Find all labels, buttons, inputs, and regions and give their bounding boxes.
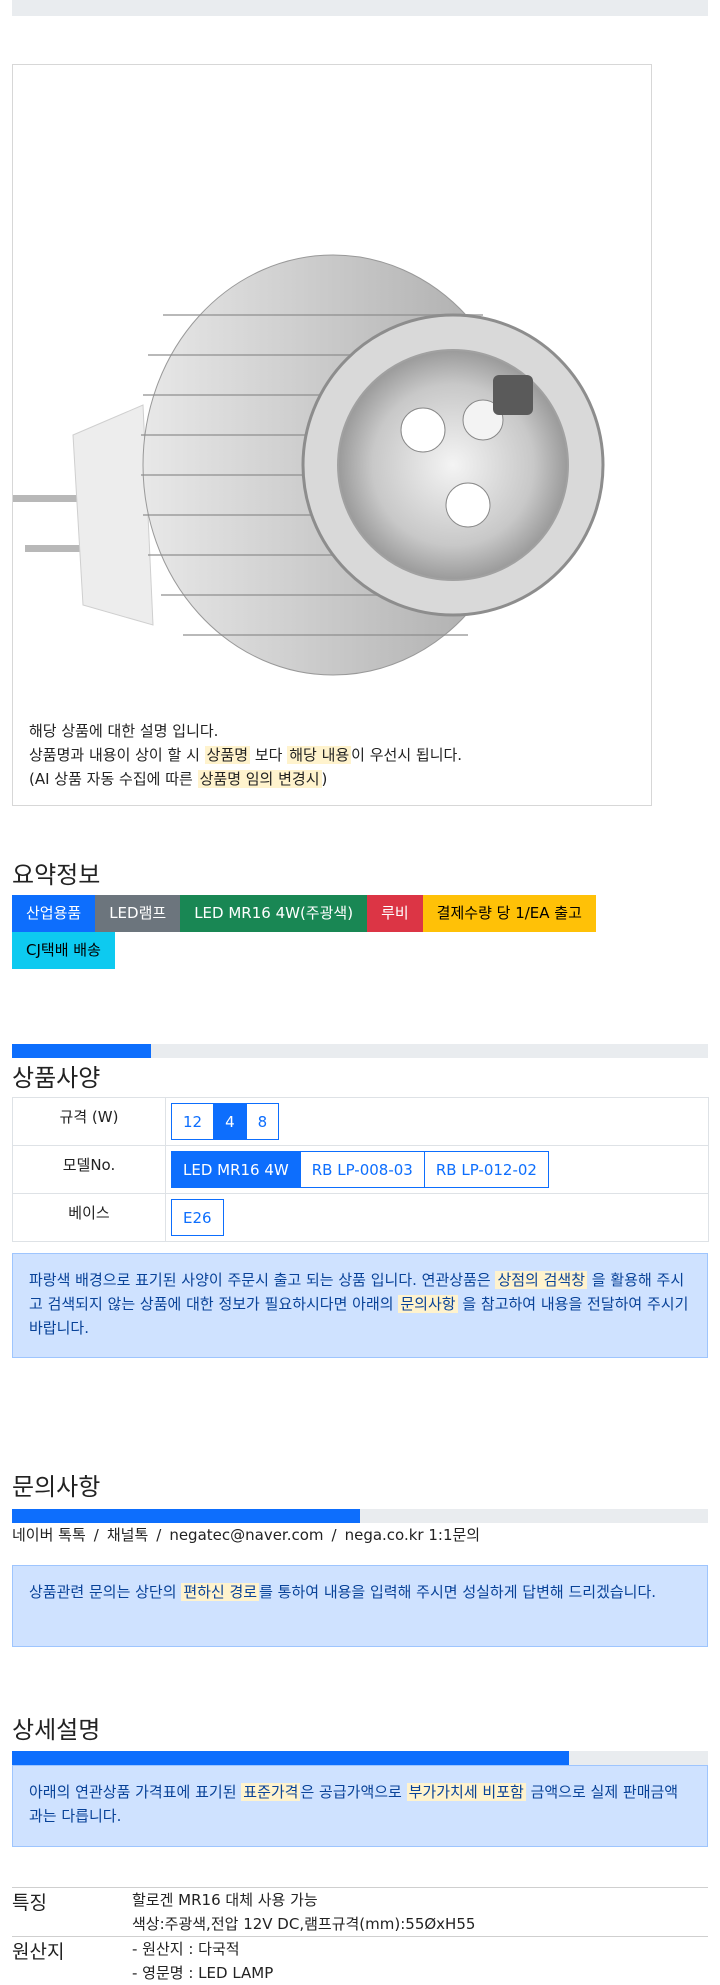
- summary-title: 요약정보: [12, 861, 101, 889]
- summary-badge: 산업용품: [12, 895, 96, 932]
- desc-text: (AI 상품 자동 수집에 따른: [29, 770, 198, 788]
- highlight: 해당 내용: [287, 746, 352, 764]
- separator: /: [331, 1526, 337, 1544]
- feature-row: 특징 할로겐 MR16 대체 사용 가능 색상:주광색,전압 12V DC,램프…: [12, 1887, 708, 1936]
- progress-fill: [12, 1044, 152, 1058]
- inquiry-progress: [12, 1509, 708, 1523]
- inquiry-note: 상품관련 문의는 상단의 편하신 경로 를 통하여 내용을 입력해 주시면 성실하…: [12, 1565, 708, 1647]
- spec-option-button[interactable]: RB LP-008-03: [299, 1151, 425, 1188]
- spec-options: LED MR16 4W RB LP-008-03 RB LP-012-02: [165, 1145, 709, 1194]
- spec-option-button[interactable]: 8: [245, 1103, 280, 1140]
- contact-link[interactable]: 채널톡: [107, 1526, 148, 1544]
- spec-note: 파랑색 배경으로 표기된 사양이 주문시 출고 되는 상품 입니다. 연관상품은…: [12, 1253, 708, 1358]
- spec-option-button[interactable]: 12: [171, 1103, 215, 1140]
- spec-progress: [12, 1044, 708, 1058]
- spec-row: 베이스 E26: [12, 1193, 709, 1242]
- origin-line: - 원산지 : 다국적: [132, 1940, 240, 1958]
- desc-line-3: (AI 상품 자동 수집에 따른 상품명 임의 변경시): [29, 767, 462, 791]
- desc-text: 이 우선시 됩니다.: [351, 746, 463, 764]
- note-text: 상품관련 문의는 상단의: [29, 1583, 182, 1601]
- feature-line: 색상:주광색,전압 12V DC,램프규격(mm):55ØxH55: [132, 1915, 476, 1933]
- summary-badges: 산업용품 LED램프 LED MR16 4W(주광색) 루비 결제수량 당 1/EA 출…: [12, 895, 652, 969]
- detail-title: 상세설명: [12, 1716, 101, 1744]
- summary-badge: LED램프: [95, 895, 181, 932]
- note-text: 아래의 연관상품 가격표에 표기된: [29, 1783, 242, 1801]
- spec-key: 규격 (W): [12, 1097, 166, 1146]
- highlight: 문의사항: [398, 1295, 458, 1313]
- highlight: 상품명 임의 변경시: [197, 770, 322, 788]
- progress-fill: [12, 1509, 360, 1523]
- spec-option-button[interactable]: 4: [213, 1103, 247, 1140]
- spec-title: 상품사양: [12, 1064, 101, 1092]
- desc-text: 상품명과 내용이 상이 할 시: [29, 746, 205, 764]
- separator: /: [156, 1526, 162, 1544]
- note-text: 를 통하여 내용을 입력해 주시면 성실하게 답변해 드리겠습니다.: [259, 1583, 657, 1601]
- contact-link[interactable]: 네이버 톡톡: [12, 1526, 86, 1544]
- origin-row: 원산지 - 원산지 : 다국적 - 영문명 : LED LAMP: [12, 1936, 708, 1985]
- separator: /: [93, 1526, 99, 1544]
- summary-badge: 루비: [367, 895, 423, 932]
- contact-links: 네이버 톡톡 / 채널톡 / negatec@naver.com / nega.co.kr …: [12, 1524, 480, 1545]
- spec-option-button[interactable]: RB LP-012-02: [423, 1151, 549, 1188]
- spec-row: 규격 (W) 12 4 8: [12, 1097, 709, 1146]
- feature-values: 할로겐 MR16 대체 사용 가능 색상:주광색,전압 12V DC,램프규격(…: [132, 1888, 708, 1936]
- desc-line-2: 상품명과 내용이 상이 할 시 상품명 보다 해당 내용 이 우선시 됩니다.: [29, 743, 462, 767]
- spec-option-button[interactable]: LED MR16 4W: [171, 1151, 301, 1188]
- feature-key: 특징: [12, 1892, 47, 1914]
- product-description: 해당 상품에 대한 설명 입니다. 상품명과 내용이 상이 할 시 상품명 보다…: [29, 719, 462, 791]
- summary-badge: 결제수량 당 1/EA 출고: [422, 895, 596, 932]
- contact-link[interactable]: nega.co.kr 1:1문의: [345, 1526, 481, 1544]
- product-card: 해당 상품에 대한 설명 입니다. 상품명과 내용이 상이 할 시 상품명 보다…: [12, 64, 652, 806]
- spec-options: 12 4 8: [165, 1097, 709, 1146]
- desc-line-1: 해당 상품에 대한 설명 입니다.: [29, 722, 219, 740]
- highlight: 상품명: [204, 746, 251, 764]
- origin-values: - 원산지 : 다국적 - 영문명 : LED LAMP: [132, 1937, 708, 1985]
- note-text: 파랑색 배경으로 표기된 사양이 주문시 출고 되는 상품 입니다. 연관상품은: [29, 1271, 496, 1289]
- progress-fill: [12, 1751, 569, 1765]
- summary-badge: LED MR16 4W(주광색): [180, 895, 368, 932]
- origin-line: - 영문명 : LED LAMP: [132, 1964, 274, 1982]
- desc-text: 보다: [250, 746, 288, 764]
- highlight: 표준가격: [241, 1783, 301, 1801]
- highlight: 편하신 경로: [181, 1583, 260, 1601]
- detail-progress: [12, 1751, 708, 1765]
- product-image: [13, 254, 605, 676]
- feature-line: 할로겐 MR16 대체 사용 가능: [132, 1891, 318, 1909]
- contact-link[interactable]: negatec@naver.com: [169, 1526, 323, 1544]
- spec-option-button[interactable]: E26: [171, 1199, 224, 1236]
- top-bar: [12, 0, 708, 16]
- note-text: 은 공급가액으로: [300, 1783, 407, 1801]
- spec-table: 규격 (W) 12 4 8 모델No. LED MR16 4W RB LP-008-03 RB…: [12, 1097, 709, 1242]
- origin-key: 원산지: [12, 1941, 65, 1963]
- spec-key: 모델No.: [12, 1145, 166, 1194]
- detail-note: 아래의 연관상품 가격표에 표기된 표준가격 은 공급가액으로 부가가치세 비포함…: [12, 1765, 708, 1847]
- highlight: 상점의 검색창: [495, 1271, 588, 1289]
- summary-badge: CJ택배 배송: [12, 932, 115, 969]
- desc-text: ): [321, 770, 328, 788]
- spec-row: 모델No. LED MR16 4W RB LP-008-03 RB LP-012-02: [12, 1145, 709, 1194]
- spec-options: E26: [165, 1193, 709, 1242]
- highlight: 부가가치세 비포함: [406, 1783, 526, 1801]
- spec-key: 베이스: [12, 1193, 166, 1242]
- inquiry-title: 문의사항: [12, 1473, 101, 1501]
